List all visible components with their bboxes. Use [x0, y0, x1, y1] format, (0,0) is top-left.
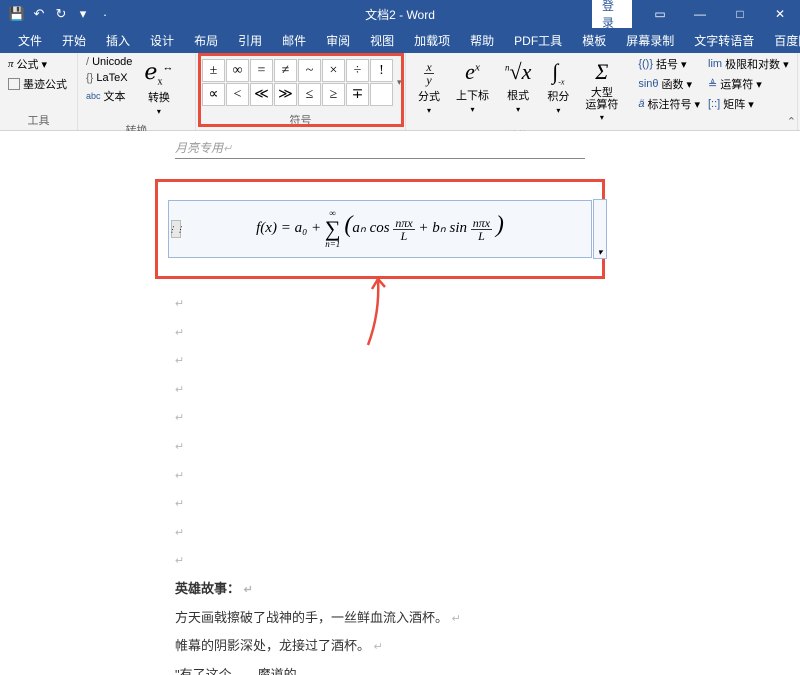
paragraph[interactable]: ↵	[175, 546, 585, 575]
tab-template[interactable]: 模板	[572, 28, 616, 53]
latex-button[interactable]: {} LaTeX	[84, 71, 134, 85]
login-button[interactable]: 登录	[592, 0, 632, 28]
large-operator-button[interactable]: Σ大型 运算符▾	[579, 55, 624, 126]
accent-button[interactable]: ä 标注符号 ▾	[636, 95, 702, 113]
page-header[interactable]: 月亮专用↵	[175, 139, 585, 159]
script-button[interactable]: ex上下标▾	[450, 55, 495, 118]
unicode-button[interactable]: / Unicode	[84, 55, 134, 69]
paragraph[interactable]: ↵	[175, 318, 585, 347]
ribbon-group-tools: π 公式 ▾ 墨迹公式 工具	[0, 53, 78, 130]
qat-sep: ·	[94, 3, 116, 25]
equation-dropdown-icon[interactable]: ▾	[593, 199, 607, 259]
sym-plusminus[interactable]: ±	[202, 59, 225, 82]
page: 月亮专用↵ ⋮⋮ f(x) = a₀ + ∞∑n=1 (aₙ cos nπxL …	[135, 139, 665, 675]
ribbon-group-symbols: ± ∞ = ≠ ~ × ÷ ! ∝ < ≪ ≫ ≤ ≥ ∓ ▾ 符号	[196, 53, 406, 130]
tab-tts[interactable]: 文字转语音	[684, 28, 764, 53]
equation-content[interactable]: f(x) = a₀ + ∞∑n=1 (aₙ cos nπxL + bₙ sin …	[256, 220, 504, 236]
sym-mp[interactable]: ∓	[346, 83, 369, 106]
paragraph[interactable]: "有了这个……魔道的	[175, 661, 585, 675]
equation-handle[interactable]: ⋮⋮	[171, 220, 181, 238]
equation-box[interactable]: ⋮⋮ f(x) = a₀ + ∞∑n=1 (aₙ cos nπxL + bₙ s…	[168, 200, 592, 258]
quick-access-toolbar: 💾 ↶ ↻ ▾ ·	[0, 3, 116, 25]
paragraph[interactable]: ↵	[175, 461, 585, 490]
convert-button[interactable]: ℯx↔ 转换 ▾	[138, 55, 179, 120]
paragraph[interactable]: ↵	[175, 403, 585, 432]
sym-gg[interactable]: ≫	[274, 83, 297, 106]
annotation-highlight-formula: ⋮⋮ f(x) = a₀ + ∞∑n=1 (aₙ cos nπxL + bₙ s…	[155, 179, 605, 279]
ribbon-group-convert: / Unicode {} LaTeX abc 文本 ℯx↔ 转换 ▾ 转换	[78, 53, 196, 130]
collapse-ribbon-icon[interactable]: ⌃	[787, 115, 796, 128]
sym-times[interactable]: ×	[322, 59, 345, 82]
formula-button[interactable]: π 公式 ▾	[6, 55, 69, 73]
tab-layout[interactable]: 布局	[184, 28, 228, 53]
sym-ll[interactable]: ≪	[250, 83, 273, 106]
radical-button[interactable]: n√x根式▾	[499, 55, 537, 118]
sym-le[interactable]: ≤	[298, 83, 321, 106]
tab-home[interactable]: 开始	[52, 28, 96, 53]
save-icon[interactable]: 💾	[6, 3, 28, 25]
heading[interactable]: 英雄故事： ↵	[175, 575, 585, 604]
group-label-tools: 工具	[6, 110, 71, 130]
ribbon-options-icon[interactable]: ▭	[640, 0, 680, 28]
text-button[interactable]: abc 文本	[84, 87, 134, 105]
symbol-grid: ± ∞ = ≠ ~ × ÷ ! ∝ < ≪ ≫ ≤ ≥ ∓	[202, 59, 393, 106]
tab-file[interactable]: 文件	[8, 28, 52, 53]
ribbon: π 公式 ▾ 墨迹公式 工具 / Unicode {} LaTeX abc 文本…	[0, 53, 800, 131]
sym-prop[interactable]: ∝	[202, 83, 225, 106]
paragraph[interactable]: ↵	[175, 518, 585, 547]
sym-blank[interactable]	[370, 83, 393, 106]
paragraph[interactable]: 帷幕的阴影深处，龙接过了酒杯。 ↵	[175, 632, 585, 661]
sym-tilde[interactable]: ~	[298, 59, 321, 82]
bracket-button[interactable]: {()} 括号 ▾	[636, 55, 702, 73]
tab-design[interactable]: 设计	[140, 28, 184, 53]
tab-help[interactable]: 帮助	[460, 28, 504, 53]
maximize-icon[interactable]: □	[720, 0, 760, 28]
sym-lt[interactable]: <	[226, 83, 249, 106]
group-label-symbols: 符号	[202, 110, 399, 130]
limit-button[interactable]: lim 极限和对数 ▾	[706, 55, 791, 73]
tab-screenrec[interactable]: 屏幕录制	[616, 28, 684, 53]
undo-icon[interactable]: ↶	[28, 3, 50, 25]
window-title: 文档2 - Word	[365, 6, 435, 23]
tab-insert[interactable]: 插入	[96, 28, 140, 53]
sym-neq[interactable]: ≠	[274, 59, 297, 82]
ribbon-tabs: 文件 开始 插入 设计 布局 引用 邮件 审阅 视图 加载项 帮助 PDF工具 …	[0, 28, 800, 53]
ink-equation-button[interactable]: 墨迹公式	[6, 75, 69, 93]
tab-addins[interactable]: 加载项	[404, 28, 460, 53]
paragraph[interactable]: 方天画戟擦破了战神的手，一丝鲜血流入酒杯。 ↵	[175, 604, 585, 633]
sym-div[interactable]: ÷	[346, 59, 369, 82]
title-bar: 💾 ↶ ↻ ▾ · 文档2 - Word 登录 ▭ — □ ✕	[0, 0, 800, 28]
tab-pdf[interactable]: PDF工具	[504, 28, 572, 53]
sym-infinity[interactable]: ∞	[226, 59, 249, 82]
tab-view[interactable]: 视图	[360, 28, 404, 53]
ribbon-group-structures1: xy分式▾ ex上下标▾ n√x根式▾ ∫-x积分▾ Σ大型 运算符▾ 结构	[406, 53, 630, 130]
document-area[interactable]: 月亮专用↵ ⋮⋮ f(x) = a₀ + ∞∑n=1 (aₙ cos nπxL …	[0, 131, 800, 675]
ribbon-group-structures2: {()} 括号 ▾ sinθ 函数 ▾ ä 标注符号 ▾ lim 极限和对数 ▾…	[630, 53, 797, 130]
close-icon[interactable]: ✕	[760, 0, 800, 28]
symbols-more-icon[interactable]: ▾	[397, 77, 402, 88]
paragraph[interactable]: ↵	[175, 346, 585, 375]
tab-references[interactable]: 引用	[228, 28, 272, 53]
paragraph[interactable]: ↵	[175, 489, 585, 518]
sym-equals[interactable]: =	[250, 59, 273, 82]
fraction-button[interactable]: xy分式▾	[412, 55, 446, 119]
paragraph[interactable]: ↵	[175, 375, 585, 404]
redo-icon[interactable]: ↻	[50, 3, 72, 25]
sym-excl[interactable]: !	[370, 59, 393, 82]
tab-baidu[interactable]: 百度网盘	[764, 28, 800, 53]
function-button[interactable]: sinθ 函数 ▾	[636, 75, 702, 93]
qat-more-icon[interactable]: ▾	[72, 3, 94, 25]
tab-mailings[interactable]: 邮件	[272, 28, 316, 53]
operator-button[interactable]: ≜ 运算符 ▾	[706, 75, 791, 93]
paragraph[interactable]: ↵	[175, 289, 585, 318]
tab-review[interactable]: 审阅	[316, 28, 360, 53]
paragraph[interactable]: ↵	[175, 432, 585, 461]
minimize-icon[interactable]: —	[680, 0, 720, 28]
matrix-button[interactable]: [::] 矩阵 ▾	[706, 95, 791, 113]
integral-button[interactable]: ∫-x积分▾	[541, 55, 575, 119]
window-controls: 登录 ▭ — □ ✕	[592, 0, 800, 28]
sym-ge[interactable]: ≥	[322, 83, 345, 106]
